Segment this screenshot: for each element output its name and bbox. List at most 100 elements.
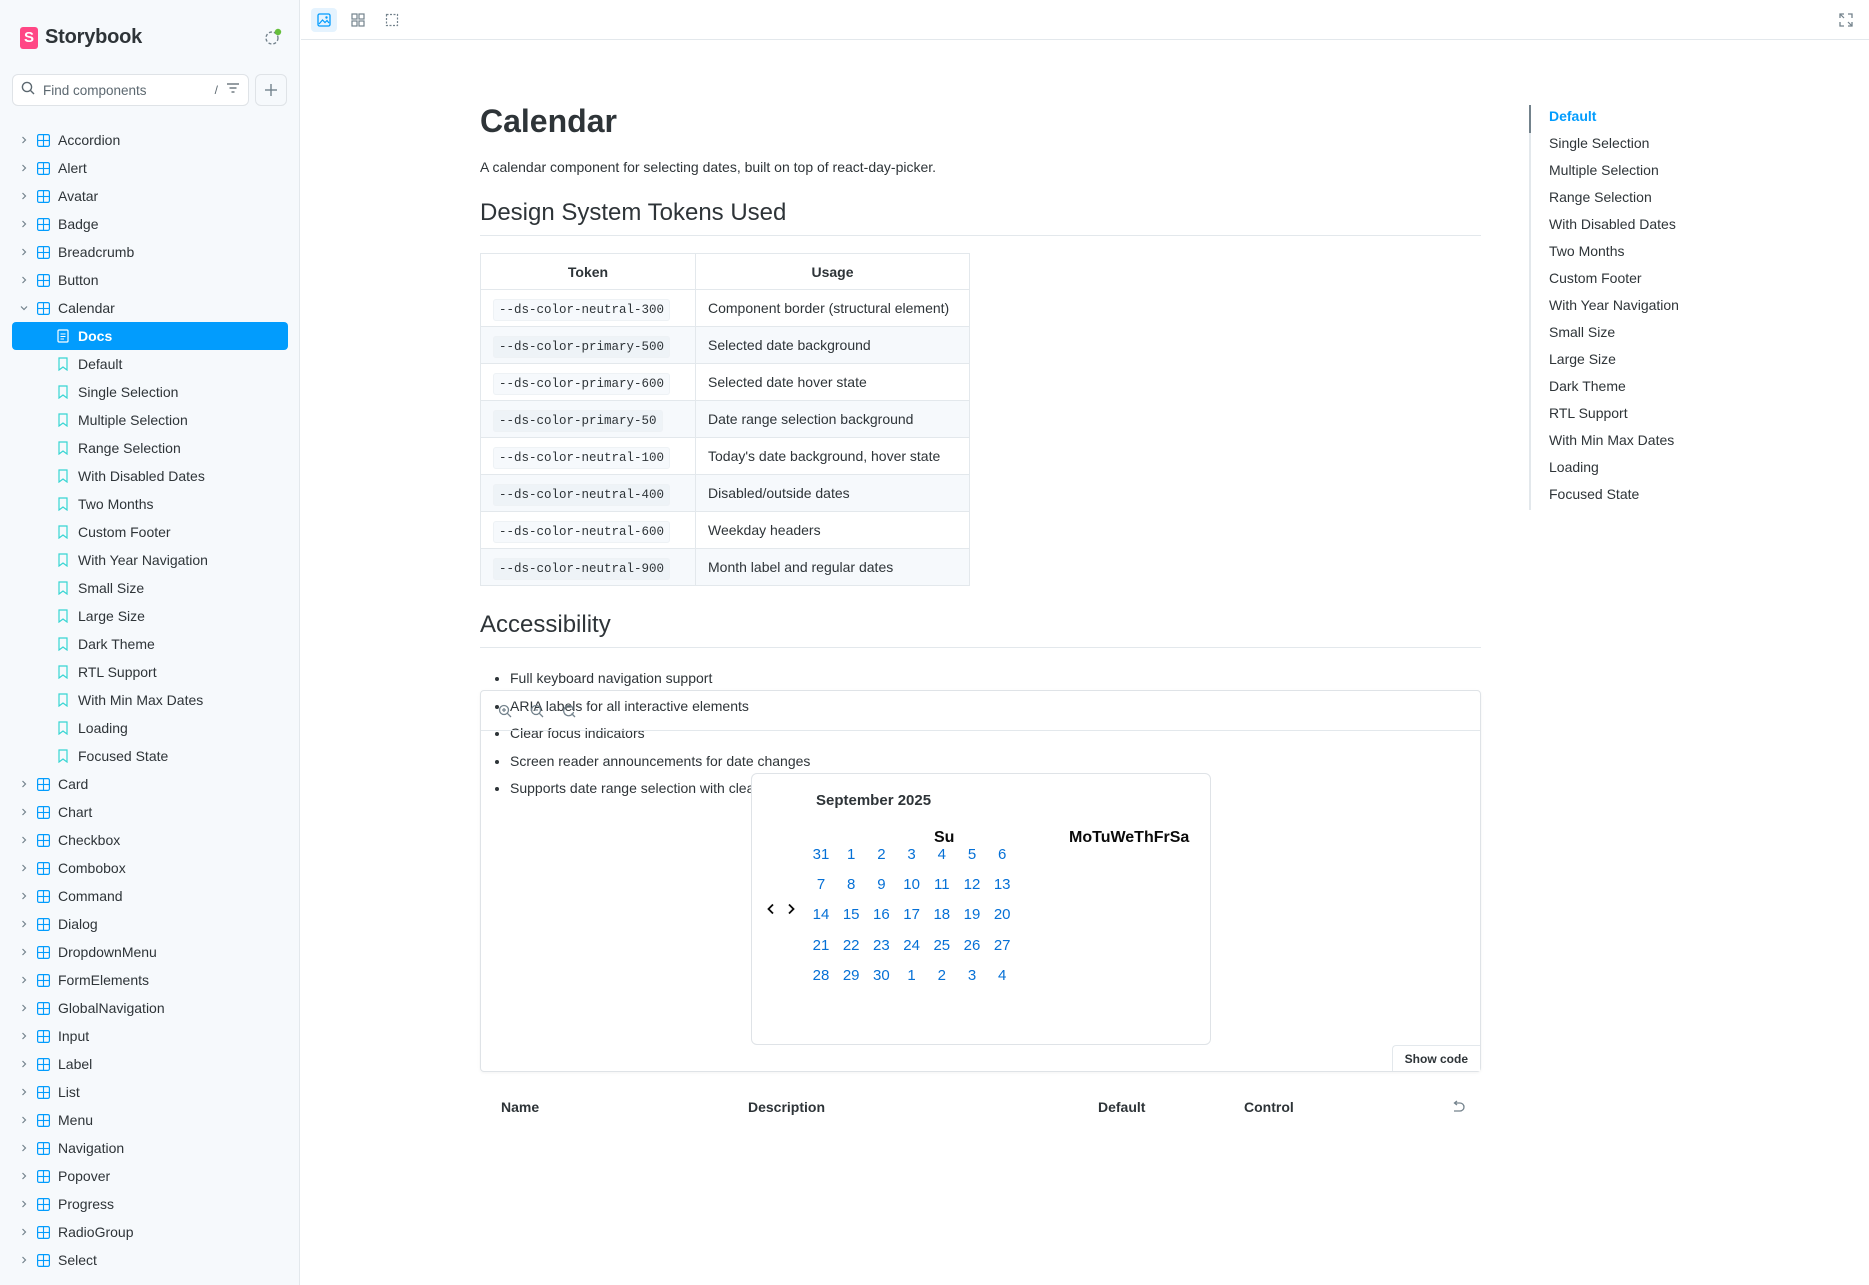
tokens-heading: Design System Tokens Used — [480, 199, 1481, 236]
grid-icon[interactable] — [345, 8, 371, 32]
chevron-right-icon — [17, 864, 31, 872]
fullscreen-icon[interactable] — [1833, 8, 1859, 32]
sidebar-story-item[interactable]: RTL Support — [12, 658, 288, 686]
toc-link[interactable]: Multiple Selection — [1549, 159, 1679, 186]
sidebar-group-item[interactable]: List — [12, 1078, 288, 1106]
sidebar-story-item[interactable]: Multiple Selection — [12, 406, 288, 434]
show-code-button[interactable]: Show code — [1391, 1045, 1480, 1071]
sidebar-group-item[interactable]: Avatar — [12, 182, 288, 210]
toc-link[interactable]: With Min Max Dates — [1549, 429, 1679, 456]
create-story-button[interactable] — [255, 74, 287, 106]
sidebar-story-item[interactable]: With Disabled Dates — [12, 462, 288, 490]
search-input[interactable] — [43, 82, 193, 98]
filter-icon[interactable] — [226, 81, 240, 100]
chevron-right-icon[interactable] — [786, 902, 796, 919]
sidebar: S Storybook / Accordion Alert Avatar Badge B… — [0, 0, 300, 1285]
toc-link[interactable]: With Year Navigation — [1549, 294, 1679, 321]
sidebar-story-item[interactable]: With Min Max Dates — [12, 686, 288, 714]
toc-link[interactable]: RTL Support — [1549, 402, 1679, 429]
sidebar-group-item[interactable]: Label — [12, 1050, 288, 1078]
image-icon[interactable] — [311, 8, 337, 32]
sidebar-group-item[interactable]: Alert — [12, 154, 288, 182]
component-icon — [37, 217, 51, 231]
sidebar-group-item[interactable]: Badge — [12, 210, 288, 238]
sidebar-story-item[interactable]: Default — [12, 350, 288, 378]
chevron-left-icon[interactable] — [766, 902, 776, 919]
chevron-right-icon — [17, 1172, 31, 1180]
sidebar-group-item[interactable]: GlobalNavigation — [12, 994, 288, 1022]
toc-link[interactable]: Small Size — [1549, 321, 1679, 348]
sidebar-story-item[interactable]: Custom Footer — [12, 518, 288, 546]
sidebar-story-item[interactable]: Range Selection — [12, 434, 288, 462]
token-cell: --ds-color-primary-50 — [480, 400, 696, 438]
sidebar-story-item[interactable]: Two Months — [12, 490, 288, 518]
calendar-day[interactable]: 27 — [984, 937, 1020, 954]
sidebar-story-item[interactable]: Loading — [12, 714, 288, 742]
docs-content: Calendar A calendar component for select… — [301, 41, 1869, 1285]
sidebar-group-item[interactable]: Breadcrumb — [12, 238, 288, 266]
toc-link[interactable]: Two Months — [1549, 240, 1679, 267]
sidebar-group-item[interactable]: DropdownMenu — [12, 938, 288, 966]
outline-icon[interactable] — [379, 8, 405, 32]
sidebar-docs-item[interactable]: Docs — [12, 322, 288, 350]
toc-link[interactable]: Custom Footer — [1549, 267, 1679, 294]
sidebar-story-item[interactable]: Dark Theme — [12, 630, 288, 658]
sidebar-group-item[interactable]: Calendar — [12, 294, 288, 322]
sidebar-group-item[interactable]: Select — [12, 1246, 288, 1274]
sidebar-group-item[interactable]: Menu — [12, 1106, 288, 1134]
sidebar-group-item[interactable]: Button — [12, 266, 288, 294]
chevron-right-icon — [17, 1116, 31, 1124]
calendar-day[interactable]: 4 — [984, 967, 1020, 984]
search-box[interactable]: / — [12, 74, 249, 106]
sidebar-story-item[interactable]: With Year Navigation — [12, 546, 288, 574]
toc-link[interactable]: Focused State — [1549, 483, 1679, 510]
brand[interactable]: S Storybook — [20, 26, 142, 49]
accessibility-heading: Accessibility — [480, 611, 1481, 648]
zoom-in-icon[interactable] — [495, 701, 515, 721]
token-code: --ds-color-primary-600 — [493, 372, 671, 395]
bookmark-icon — [57, 581, 71, 595]
sidebar-group-item[interactable]: Command — [12, 882, 288, 910]
zoom-reset-icon[interactable] — [559, 701, 579, 721]
status-icon[interactable] — [263, 27, 283, 47]
sidebar-group-item[interactable]: Chart — [12, 798, 288, 826]
chevron-right-icon — [17, 1004, 31, 1012]
calendar-day[interactable]: 13 — [984, 876, 1020, 893]
sidebar-item-label: Focused State — [78, 748, 169, 764]
sidebar-group-item[interactable]: RadioGroup — [12, 1218, 288, 1246]
toc-link[interactable]: Dark Theme — [1549, 375, 1679, 402]
sidebar-group-item[interactable]: Popover — [12, 1162, 288, 1190]
sidebar-group-item[interactable]: FormElements — [12, 966, 288, 994]
zoom-out-icon[interactable] — [527, 701, 547, 721]
sidebar-story-item[interactable]: Large Size — [12, 602, 288, 630]
sidebar-group-item[interactable]: Accordion — [12, 126, 288, 154]
usage-cell: Selected date background — [695, 326, 970, 364]
sidebar-group-item[interactable]: Navigation — [12, 1134, 288, 1162]
sidebar-group-item[interactable]: Dialog — [12, 910, 288, 938]
sidebar-group-item[interactable]: Card — [12, 770, 288, 798]
bookmark-icon — [57, 357, 71, 371]
sidebar-group-item[interactable]: Input — [12, 1022, 288, 1050]
toc-link[interactable]: Default — [1549, 105, 1679, 132]
sidebar-story-item[interactable]: Single Selection — [12, 378, 288, 406]
reset-controls-icon[interactable] — [1451, 1100, 1465, 1117]
sidebar-story-item[interactable]: Small Size — [12, 574, 288, 602]
calendar-day[interactable]: 6 — [984, 846, 1020, 863]
toc-link[interactable]: With Disabled Dates — [1549, 213, 1679, 240]
chevron-down-icon — [17, 304, 31, 312]
sidebar-item-label: Dark Theme — [78, 636, 155, 652]
chevron-right-icon — [17, 1256, 31, 1264]
toc-link[interactable]: Single Selection — [1549, 132, 1679, 159]
token-code: --ds-color-neutral-400 — [493, 483, 671, 506]
sidebar-group-item[interactable]: Progress — [12, 1190, 288, 1218]
token-row: --ds-color-neutral-300 Component border (… — [480, 289, 970, 327]
sidebar-group-item[interactable]: Checkbox — [12, 826, 288, 854]
toc-link[interactable]: Loading — [1549, 456, 1679, 483]
sidebar-group-item[interactable]: Combobox — [12, 854, 288, 882]
sidebar-item-label: Progress — [58, 1196, 115, 1212]
toc-link[interactable]: Large Size — [1549, 348, 1679, 375]
sidebar-story-item[interactable]: Focused State — [12, 742, 288, 770]
usage-cell: Component border (structural element) — [695, 289, 970, 327]
toc-link[interactable]: Range Selection — [1549, 186, 1679, 213]
calendar-day[interactable]: 20 — [984, 906, 1020, 923]
